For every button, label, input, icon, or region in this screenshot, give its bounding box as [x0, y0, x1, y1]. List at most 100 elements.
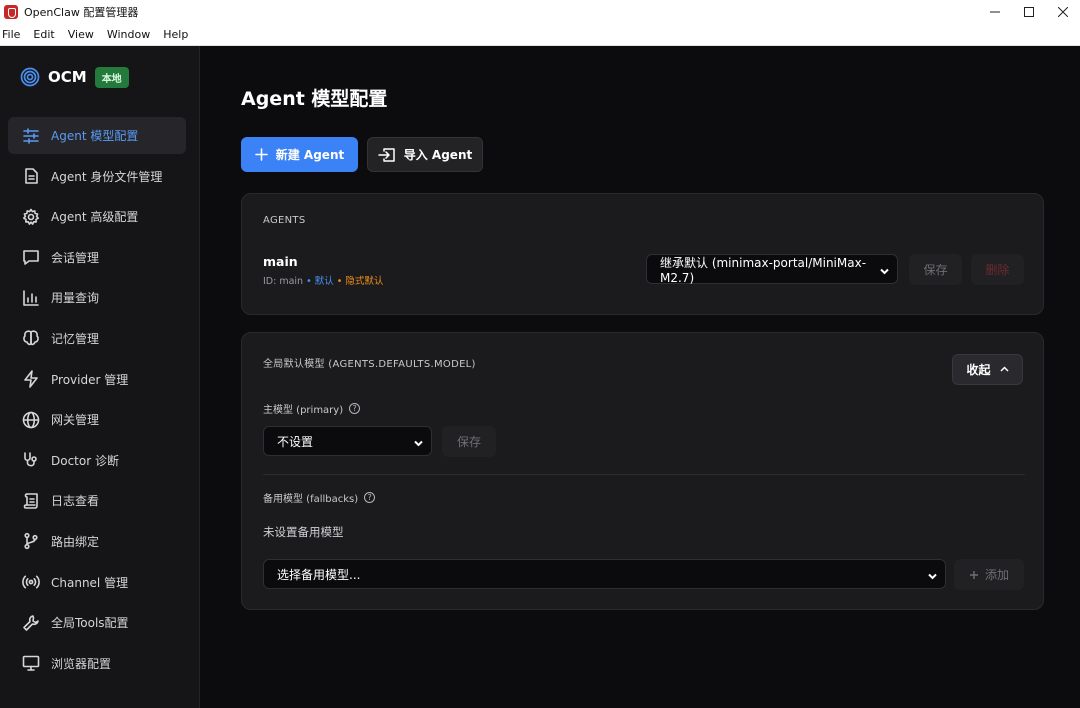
stethoscope-icon — [22, 451, 40, 469]
chevron-up-icon — [999, 366, 1009, 372]
new-agent-button[interactable]: 新建 Agent — [241, 137, 358, 172]
sidebar-item-label: 全局Tools配置 — [51, 616, 129, 631]
menu-window[interactable]: Window — [107, 28, 150, 41]
default-tag: 默认 — [314, 276, 334, 287]
chevron-down-icon — [414, 437, 423, 447]
add-fallback-label: 添加 — [984, 568, 1009, 582]
agents-card-title: AGENTS — [263, 215, 306, 226]
sidebar-item-session-management[interactable]: 会话管理 — [8, 239, 186, 276]
git-branch-icon — [22, 532, 40, 550]
scroll-icon — [22, 492, 40, 510]
sidebar-item-gateway-management[interactable]: 网关管理 — [8, 401, 186, 438]
primary-model-select[interactable]: 不设置 — [263, 426, 432, 456]
fallbacks-label: 备用模型 (fallbacks) ? — [263, 490, 376, 505]
menu-edit[interactable]: Edit — [33, 28, 54, 41]
help-icon[interactable]: ? — [364, 492, 376, 503]
sidebar-item-provider-management[interactable]: Provider 管理 — [8, 361, 186, 398]
sidebar-item-agent-advanced-config[interactable]: Agent 高级配置 — [8, 198, 186, 235]
app-logo-icon — [4, 5, 18, 19]
sidebar: OCM 本地 Agent 模型配置 Agent 身份文件管理 Agent 高级配… — [0, 46, 200, 708]
globe-icon — [22, 411, 40, 429]
fallbacks-label-text: 备用模型 (fallbacks) — [263, 494, 359, 505]
fallback-model-select-value: 选择备用模型... — [277, 567, 361, 582]
sidebar-item-label: 路由绑定 — [51, 534, 100, 549]
sidebar-item-label: 记忆管理 — [51, 331, 100, 346]
plus-icon — [969, 570, 978, 579]
collapse-label: 收起 — [966, 363, 991, 377]
fallback-model-select[interactable]: 选择备用模型... — [263, 559, 946, 589]
help-icon[interactable]: ? — [349, 403, 361, 414]
close-icon — [1058, 7, 1068, 17]
close-button[interactable] — [1046, 0, 1080, 24]
agent-delete-button[interactable]: 删除 — [971, 254, 1024, 285]
sidebar-item-agent-identity-files[interactable]: Agent 身份文件管理 — [8, 158, 186, 195]
broadcast-icon — [22, 573, 40, 591]
chevron-down-icon — [880, 265, 889, 275]
sidebar-item-doctor-diagnostics[interactable]: Doctor 诊断 — [8, 442, 186, 479]
agent-model-select-value: 继承默认 (minimax-portal/MiniMax-M2.7) — [660, 255, 867, 285]
sidebar-item-usage-query[interactable]: 用量查询 — [8, 279, 186, 316]
sidebar-item-label: Channel 管理 — [51, 575, 129, 590]
bar-chart-icon — [22, 289, 40, 307]
sidebar-item-route-binding[interactable]: 路由绑定 — [8, 523, 186, 560]
divider — [263, 474, 1025, 475]
primary-save-button[interactable]: 保存 — [442, 426, 496, 457]
fallbacks-empty-text: 未设置备用模型 — [263, 525, 344, 539]
agent-model-select[interactable]: 继承默认 (minimax-portal/MiniMax-M2.7) — [646, 254, 898, 285]
agents-card: AGENTS main ID: main • 默认 • 隐式默认 继承默认 (m… — [241, 193, 1044, 315]
chevron-down-icon — [928, 570, 937, 580]
agent-meta: ID: main • 默认 • 隐式默认 — [263, 273, 383, 287]
menu-bar: File Edit View Window Help — [0, 24, 1080, 46]
minimize-icon — [990, 11, 1000, 13]
brain-icon — [22, 329, 40, 347]
sidebar-item-label: Agent 模型配置 — [51, 129, 139, 143]
minimize-button[interactable] — [978, 0, 1012, 24]
sidebar-nav: Agent 模型配置 Agent 身份文件管理 Agent 高级配置 会话管理 … — [8, 117, 186, 685]
menu-view[interactable]: View — [68, 28, 94, 41]
main-content: Agent 模型配置 新建 Agent 导入 Agent AGENTS main… — [201, 46, 1080, 708]
chat-icon — [22, 248, 40, 266]
agent-id: ID: main — [263, 276, 304, 287]
meta-separator: • — [303, 276, 315, 287]
sidebar-item-log-viewer[interactable]: 日志查看 — [8, 482, 186, 519]
sidebar-item-channel-management[interactable]: Channel 管理 — [8, 564, 186, 601]
sidebar-item-label: Doctor 诊断 — [51, 453, 119, 468]
sidebar-item-label: Agent 高级配置 — [51, 210, 139, 225]
menu-file[interactable]: File — [2, 28, 20, 41]
primary-model-label-text: 主模型 (primary) — [263, 405, 344, 416]
window-controls — [978, 0, 1080, 24]
sidebar-item-label: 网关管理 — [51, 413, 100, 428]
add-fallback-button[interactable]: 添加 — [954, 559, 1024, 590]
collapse-button[interactable]: 收起 — [952, 354, 1023, 385]
maximize-icon — [1024, 7, 1034, 17]
sidebar-item-browser-config[interactable]: 浏览器配置 — [8, 645, 186, 682]
sidebar-item-label: Provider 管理 — [51, 372, 129, 387]
lightning-icon — [22, 370, 40, 388]
sidebar-item-agent-model-config[interactable]: Agent 模型配置 — [8, 117, 186, 154]
menu-help[interactable]: Help — [163, 28, 188, 41]
global-default-model-card: 全局默认模型 (AGENTS.DEFAULTS.MODEL) 收起 主模型 (p… — [241, 332, 1044, 610]
new-agent-label: 新建 Agent — [275, 148, 345, 162]
wrench-icon — [22, 614, 40, 632]
agent-name: main — [263, 254, 298, 269]
agent-save-button[interactable]: 保存 — [909, 254, 962, 285]
gear-icon — [22, 208, 40, 226]
plus-icon — [254, 148, 268, 161]
page-title: Agent 模型配置 — [241, 88, 388, 110]
import-icon — [378, 147, 395, 162]
sidebar-item-label: 日志查看 — [51, 494, 100, 509]
brand-name: OCM — [48, 68, 87, 86]
sidebar-item-label: 浏览器配置 — [51, 656, 112, 671]
sliders-icon — [22, 127, 40, 145]
primary-model-select-value: 不设置 — [277, 434, 314, 449]
sidebar-item-memory-management[interactable]: 记忆管理 — [8, 320, 186, 357]
sidebar-item-label: Agent 身份文件管理 — [51, 169, 163, 184]
maximize-button[interactable] — [1012, 0, 1046, 24]
window-title: OpenClaw 配置管理器 — [24, 6, 139, 19]
environment-badge: 本地 — [94, 66, 129, 88]
sidebar-item-global-tools-config[interactable]: 全局Tools配置 — [8, 604, 186, 641]
implicit-default-tag: 隐式默认 — [345, 276, 384, 287]
title-bar: OpenClaw 配置管理器 — [0, 0, 1080, 24]
file-icon — [22, 167, 40, 185]
import-agent-button[interactable]: 导入 Agent — [367, 137, 483, 172]
